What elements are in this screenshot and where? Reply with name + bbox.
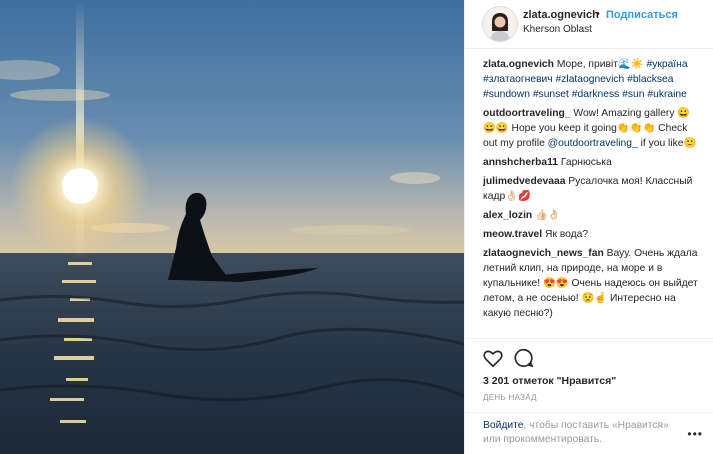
mention-link[interactable]: @outdoortraveling_ [548,138,638,149]
caption-text: Море, привіт🌊☀️ [556,59,644,70]
hashtag-link[interactable]: #blacksea [627,74,673,85]
hashtag-link[interactable]: #sunset [533,89,569,100]
hashtag-link[interactable]: #darkness [572,89,620,100]
login-text: , чтобы поставить «Нравится» [523,420,669,431]
caption-author[interactable]: zlata.ognevich [483,59,554,70]
comment-item: annshcherba11 Гарнюська [483,155,699,170]
avatar[interactable] [482,6,518,42]
hashtag-link[interactable]: #ukraine [647,89,687,100]
comment-text: Гарнюська [560,157,612,168]
comment-icon[interactable] [513,347,535,369]
post-timestamp[interactable]: ДЕНЬ НАЗАД [483,393,537,402]
hashtag-link[interactable]: #златаогневич [483,74,553,85]
comment-item: alex_lozin 👍🏻👌🏻 [483,208,699,223]
location-link[interactable]: Kherson Oblast [523,24,592,35]
heart-icon[interactable] [482,347,504,369]
more-options-icon[interactable]: ••• [687,427,703,441]
comment-text: 👍🏻👌🏻 [535,210,561,221]
comment-item: meow.travel Як вода? [483,227,699,242]
hashtag-link[interactable]: #sun [622,89,644,100]
separator-dot: • [596,8,600,20]
post-photo[interactable] [0,0,464,454]
likes-count[interactable]: 3 201 отметок "Нравится" [483,375,616,387]
post-view: zlata.ognevich • Подписаться Kherson Obl… [0,0,713,454]
caption: zlata.ognevich Море, привіт🌊☀️ #україна … [483,57,699,102]
comment-text: if you like🙂 [637,138,697,149]
post-header: zlata.ognevich • Подписаться Kherson Obl… [465,0,713,49]
hashtag-link[interactable]: #sundown [483,89,530,100]
comments-list[interactable]: zlata.ognevich Море, привіт🌊☀️ #україна … [483,57,699,337]
comment-author[interactable]: annshcherba11 [483,157,558,168]
login-prompt: Войдите, чтобы поставить «Нравится» или … [465,412,713,454]
comment-item: outdoortraveling_ Wow! Amazing gallery 😀… [483,106,699,151]
follow-button[interactable]: Подписаться [606,9,678,21]
comment-text: Як вода? [545,229,589,240]
comment-author[interactable]: outdoortraveling_ [483,108,571,119]
comment-author[interactable]: alex_lozin [483,210,532,221]
comment-item: zlataognevich_news_fan Вауу. Очень ждала… [483,246,699,321]
login-text: или прокомментировать. [483,434,603,445]
comment-author[interactable]: zlataognevich_news_fan [483,248,604,259]
hashtag-link[interactable]: #zlataognevich [556,74,625,85]
post-sidebar: zlata.ognevich • Подписаться Kherson Obl… [464,0,713,454]
comment-author[interactable]: meow.travel [483,229,542,240]
post-actions: 3 201 отметок "Нравится" ДЕНЬ НАЗАД [465,338,713,406]
comment-author[interactable]: julimedvedevaaa [483,176,565,187]
hashtag-link[interactable]: #україна [646,59,687,70]
comment-item: julimedvedevaaa Русалочка моя! Классный … [483,174,699,204]
login-link[interactable]: Войдите [483,420,523,431]
username-link[interactable]: zlata.ognevich [523,9,599,21]
